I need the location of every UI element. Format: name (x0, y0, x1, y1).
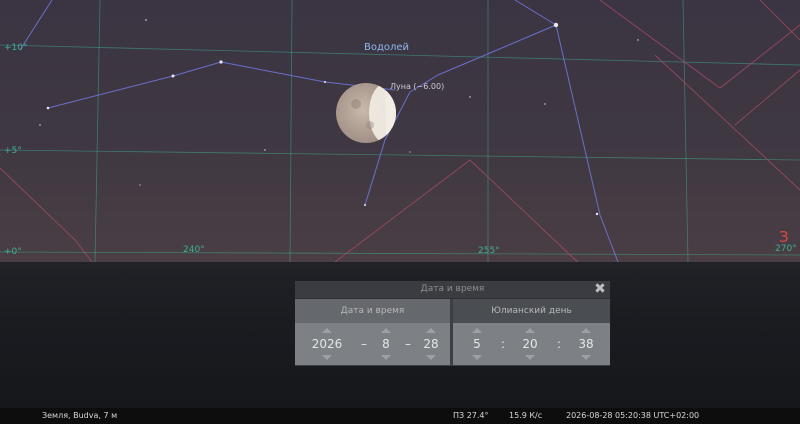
location-text[interactable]: Земля, Budva, 7 м (42, 408, 117, 424)
date-separator: – (405, 337, 411, 351)
hour-spinner[interactable]: 5 (465, 323, 489, 365)
az-label-255: 255° (478, 246, 500, 256)
dec-label-5: +5° (4, 146, 22, 156)
tab-date-time[interactable]: Дата и время 2026 – 8 – 28 (295, 299, 450, 365)
chevron-up-icon[interactable] (381, 328, 391, 333)
date-separator: – (361, 337, 367, 351)
chevron-down-icon[interactable] (525, 355, 535, 360)
time-spinners: 5 : 20 : 38 (453, 323, 610, 365)
chevron-up-icon[interactable] (322, 328, 332, 333)
tab-date-time-label: Дата и время (340, 306, 405, 316)
day-spinner[interactable]: 28 (420, 323, 442, 365)
dialog-titlebar[interactable]: Дата и время ✖ (295, 281, 610, 299)
fps-text: 15.9 К/с (509, 411, 543, 420)
chevron-down-icon[interactable] (381, 355, 391, 360)
status-bar: Земля, Budva, 7 м ПЗ 27.4° 15.9 К/с 2026… (0, 408, 800, 424)
sky-view[interactable]: Водолей Луна (−6.00) +10° +5° +0° 240° 2… (0, 0, 800, 262)
dialog-title: Дата и время (420, 284, 485, 294)
year-spinner[interactable]: 2026 (305, 323, 349, 365)
constellation-name: Водолей (364, 42, 410, 53)
second-value[interactable]: 38 (571, 336, 601, 352)
cardinal-west: З (779, 228, 789, 246)
second-spinner[interactable]: 38 (571, 323, 601, 365)
hour-value[interactable]: 5 (465, 336, 489, 352)
datetime-text[interactable]: 2026-08-28 05:20:38 UTC+02:00 (566, 408, 699, 424)
chevron-down-icon[interactable] (322, 355, 332, 360)
chevron-down-icon[interactable] (472, 355, 482, 360)
date-time-dialog: Дата и время ✖ Дата и время 2026 – 8 – 2… (295, 281, 610, 366)
tab-julian-day[interactable]: Юлианский день 5 : 20 : 38 (453, 299, 610, 365)
constellation-lines (19, 0, 619, 262)
minute-spinner[interactable]: 20 (515, 323, 545, 365)
azimuthal-grid (0, 0, 800, 262)
moon-label: Луна (−6.00) (390, 82, 445, 91)
chevron-up-icon[interactable] (426, 328, 436, 333)
minute-value[interactable]: 20 (515, 336, 545, 352)
close-icon[interactable]: ✖ (593, 281, 607, 297)
equatorial-grid (0, 0, 800, 262)
day-value[interactable]: 28 (420, 336, 442, 352)
month-value[interactable]: 8 (375, 336, 397, 352)
chevron-up-icon[interactable] (525, 328, 535, 333)
dec-label-10: +10° (4, 43, 28, 53)
time-separator: : (557, 337, 562, 351)
month-spinner[interactable]: 8 (375, 323, 397, 365)
date-spinners: 2026 – 8 – 28 (295, 323, 450, 365)
chevron-up-icon[interactable] (472, 328, 482, 333)
chevron-down-icon[interactable] (426, 355, 436, 360)
sky-chart (0, 0, 800, 262)
year-value[interactable]: 2026 (305, 336, 349, 352)
fov-text: ПЗ 27.4° (453, 411, 489, 420)
tab-julian-day-label: Юлианский день (491, 306, 572, 316)
chevron-down-icon[interactable] (581, 355, 591, 360)
dec-label-0: +0° (4, 247, 22, 257)
chevron-up-icon[interactable] (581, 328, 591, 333)
time-separator: : (501, 337, 506, 351)
az-label-240: 240° (183, 245, 205, 255)
